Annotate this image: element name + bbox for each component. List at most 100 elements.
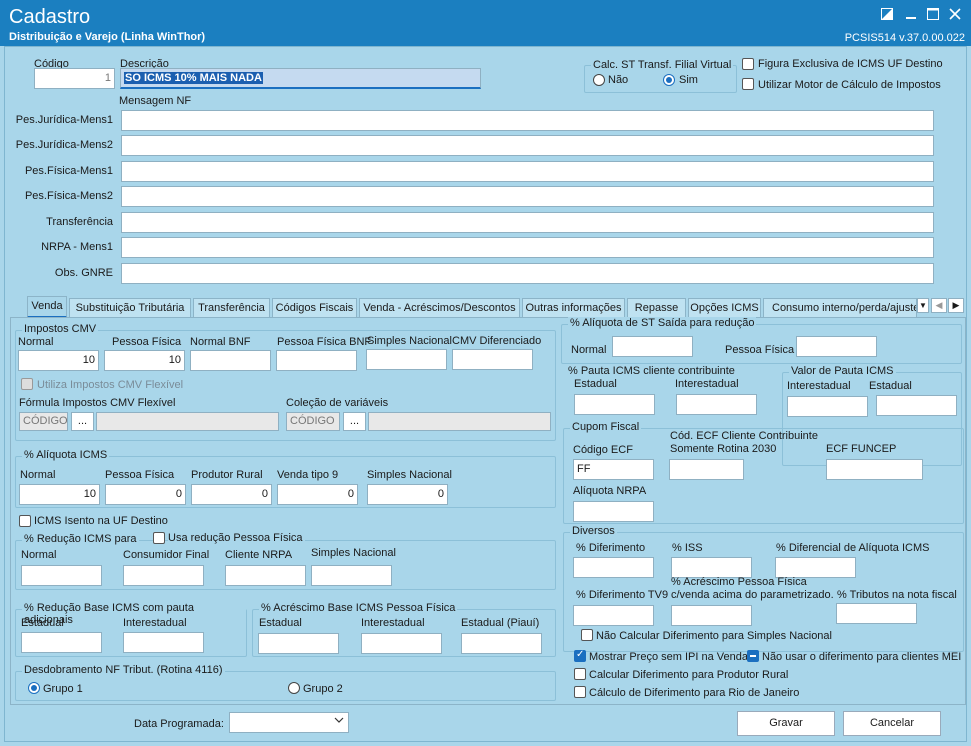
cancelar-button[interactable]: Cancelar — [843, 711, 941, 736]
radio-nao-label: Não — [608, 74, 629, 86]
colecao-desc-input[interactable] — [368, 412, 551, 431]
nao-usar-dif-label: Não usar o diferimento para clientes MEI — [762, 651, 962, 663]
restore-size-icon[interactable] — [878, 6, 896, 24]
descricao-input[interactable]: SO ICMS 10% MAIS NADA — [120, 68, 481, 89]
tab-item[interactable]: Opções ICMS — [688, 298, 761, 318]
aliquota-nrpa-input[interactable] — [573, 501, 654, 522]
calc-dif-rj-checkbox[interactable] — [574, 686, 586, 698]
data-programada-input[interactable] — [229, 712, 349, 733]
calc-dif-rural-checkbox[interactable] — [574, 668, 586, 680]
title-bar: Cadastro Distribuição e Varejo (Linha Wi… — [0, 0, 971, 46]
cod-ecf-cliente-input[interactable] — [669, 459, 744, 480]
tab-item[interactable]: Substituição Tributária — [69, 298, 191, 318]
valor-pauta-estadual-input[interactable] — [876, 395, 957, 416]
colecao-label: Coleção de variáveis — [286, 397, 389, 409]
tab-item[interactable]: Transferência — [193, 298, 270, 318]
message-input[interactable] — [121, 110, 934, 131]
tab-item[interactable]: Repasse — [627, 298, 686, 318]
formula-codigo-input[interactable]: CÓDIGO — [19, 412, 68, 431]
tab-scroll-left-icon[interactable]: ◀ — [931, 298, 947, 313]
radio-grupo2[interactable] — [288, 682, 300, 694]
utilizar-motor-checkbox[interactable] — [742, 78, 754, 90]
diferencial-aliq-input[interactable] — [775, 557, 856, 578]
close-icon[interactable] — [946, 6, 964, 24]
pauta-estadual-input[interactable] — [574, 394, 655, 415]
red-normal-label: Normal — [21, 549, 57, 561]
icms-isento-label: ICMS Isento na UF Destino — [34, 515, 168, 527]
cmv-pessoa-fisica-input[interactable]: 10 — [104, 350, 185, 371]
gravar-button[interactable]: Gravar — [737, 711, 835, 736]
utiliza-flexivel-checkbox[interactable] — [21, 378, 33, 390]
acresc-piaui-input[interactable] — [461, 633, 542, 654]
descricao-selected-text: SO ICMS 10% MAIS NADA — [124, 72, 263, 84]
radio-nao[interactable] — [593, 74, 605, 86]
ecf-funcep-input[interactable] — [826, 459, 923, 480]
message-input[interactable] — [121, 263, 934, 284]
tab-item[interactable]: Códigos Fiscais — [272, 298, 357, 318]
aliq-produtor-rural-input[interactable]: 0 — [191, 484, 272, 505]
icms-isento-checkbox[interactable] — [19, 515, 31, 527]
message-label: NRPA - Mens1 — [41, 241, 113, 253]
aliq-pessoa-fisica-input[interactable]: 0 — [105, 484, 186, 505]
valor-pauta-estadual-label: Estadual — [869, 380, 912, 392]
cmv-normal-bnf-input[interactable] — [190, 350, 271, 371]
acresc-interestadual-input[interactable] — [361, 633, 442, 654]
red-nrpa-label: Cliente NRPA — [225, 549, 293, 561]
radio-grupo1[interactable] — [28, 682, 40, 694]
radio-sim[interactable] — [663, 74, 675, 86]
tab-item[interactable]: Venda — [27, 296, 67, 318]
st-pessoa-fisica-input[interactable] — [796, 336, 877, 357]
cmv-simples-input[interactable] — [366, 349, 447, 370]
formula-lookup-button[interactable]: ... — [71, 412, 94, 431]
cmv-normal-input[interactable]: 10 — [18, 350, 99, 371]
tab-scroll-right-icon[interactable]: ▶ — [948, 298, 964, 313]
message-input[interactable] — [121, 135, 934, 156]
minimize-icon[interactable] — [902, 6, 920, 24]
maximize-icon[interactable] — [924, 6, 942, 24]
nao-usar-dif-checkbox[interactable] — [747, 650, 759, 662]
mostrar-preco-checkbox[interactable] — [574, 649, 586, 662]
red-nrpa-input[interactable] — [225, 565, 306, 586]
message-input[interactable] — [121, 212, 934, 233]
red-simples-input[interactable] — [311, 565, 392, 586]
pauta-interestadual-input[interactable] — [676, 394, 757, 415]
iss-input[interactable] — [671, 557, 752, 578]
aliq-venda-tipo9-input[interactable]: 0 — [277, 484, 358, 505]
aliquota-nrpa-label: Alíquota NRPA — [573, 485, 647, 497]
message-label: Obs. GNRE — [54, 267, 113, 279]
message-input[interactable] — [121, 237, 934, 258]
diferimento-tv9-input[interactable] — [573, 605, 654, 626]
usa-reducao-pf-label: Usa redução Pessoa Física — [168, 532, 305, 544]
tab-item[interactable]: Venda - Acréscimos/Descontos — [359, 298, 520, 318]
utilizar-motor-label: Utilizar Motor de Cálculo de Impostos — [758, 79, 941, 91]
st-normal-input[interactable] — [612, 336, 693, 357]
cmv-pf-bnf-input[interactable] — [276, 350, 357, 371]
colecao-codigo-input[interactable]: CÓDIGO — [286, 412, 340, 431]
tab-item[interactable]: Outras informações — [522, 298, 625, 318]
tab-item[interactable]: Consumo interno/perda/ajuste — [763, 298, 917, 318]
message-input[interactable] — [121, 161, 934, 182]
codigo-input[interactable]: 1 — [34, 68, 115, 89]
cmv-diferenciado-input[interactable] — [452, 349, 533, 370]
figura-exclusiva-checkbox[interactable] — [742, 58, 754, 70]
aliq-normal-input[interactable]: 10 — [19, 484, 100, 505]
formula-desc-input[interactable] — [96, 412, 279, 431]
redbase-estadual-input[interactable] — [21, 632, 102, 653]
usa-reducao-pf-checkbox[interactable] — [153, 532, 165, 544]
codigo-ecf-input[interactable]: FF — [573, 459, 654, 480]
red-normal-input[interactable] — [21, 565, 102, 586]
tab-dropdown-icon[interactable]: ▼ — [917, 298, 929, 313]
diferimento-input[interactable] — [573, 557, 654, 578]
aliq-simples-input[interactable]: 0 — [367, 484, 448, 505]
diferimento-tv9-label: % Diferimento TV9 — [576, 589, 669, 601]
red-consumidor-input[interactable] — [123, 565, 204, 586]
redbase-interestadual-input[interactable] — [123, 632, 204, 653]
tributos-nota-input[interactable] — [836, 603, 917, 624]
valor-pauta-inter-input[interactable] — [787, 396, 868, 417]
acrescimo-pf-input[interactable] — [671, 605, 752, 626]
acresc-estadual-input[interactable] — [258, 633, 339, 654]
message-input[interactable] — [121, 186, 934, 207]
colecao-lookup-button[interactable]: ... — [343, 412, 366, 431]
nao-calcular-dif-checkbox[interactable] — [581, 629, 593, 641]
window-title: Cadastro — [9, 6, 91, 28]
